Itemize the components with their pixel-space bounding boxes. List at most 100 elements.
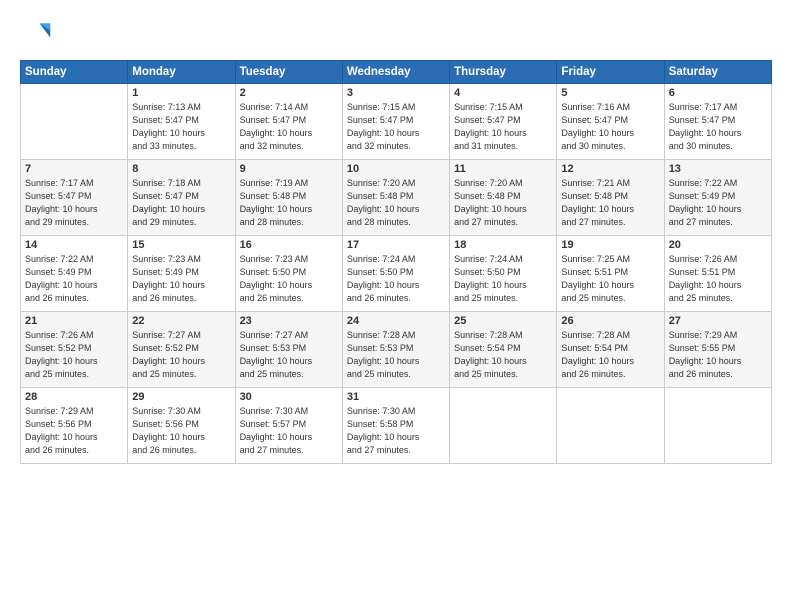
day-info: Sunrise: 7:27 AM Sunset: 5:52 PM Dayligh… — [132, 329, 230, 381]
day-cell — [664, 388, 771, 464]
day-cell: 15Sunrise: 7:23 AM Sunset: 5:49 PM Dayli… — [128, 236, 235, 312]
day-cell: 12 Sunrise: 7:21 AM Sunset: 5:48 PM Dayli… — [557, 160, 664, 236]
day-number: 1 — [132, 87, 230, 99]
day-number: 2 — [240, 87, 338, 99]
week-row-5: 28 Sunrise: 7:29 AM Sunset: 5:56 PM Dayli… — [21, 388, 772, 464]
day-number: 13 — [669, 163, 767, 175]
day-number: 12 — [561, 163, 659, 175]
day-cell: 20 Sunrise: 7:26 AM Sunset: 5:51 PM Dayli… — [664, 236, 771, 312]
day-info: Sunrise: 7:28 AM Sunset: 5:54 PM Dayligh… — [454, 329, 552, 381]
day-info: Sunrise: 7:13 AM Sunset: 5:47 PM Dayligh… — [132, 101, 230, 153]
day-info: Sunrise: 7:24 AM Sunset: 5:50 PM Dayligh… — [454, 253, 552, 305]
day-info: Sunrise: 7:22 AM Sunset: 5:49 PM Dayligh… — [25, 253, 123, 305]
col-header-tuesday: Tuesday — [235, 61, 342, 84]
col-header-monday: Monday — [128, 61, 235, 84]
day-number: 25 — [454, 315, 552, 327]
day-info: Sunrise: 7:30 AM Sunset: 5:58 PM Dayligh… — [347, 405, 445, 457]
day-info: Sunrise: 7:29 AM Sunset: 5:56 PM Dayligh… — [25, 405, 123, 457]
day-number: 16 — [240, 239, 338, 251]
day-info: Sunrise: 7:21 AM Sunset: 5:48 PM Dayligh… — [561, 177, 659, 229]
day-cell: 13 Sunrise: 7:22 AM Sunset: 5:49 PM Dayli… — [664, 160, 771, 236]
day-number: 8 — [132, 163, 230, 175]
day-info: Sunrise: 7:28 AM Sunset: 5:53 PM Dayligh… — [347, 329, 445, 381]
day-number: 26 — [561, 315, 659, 327]
day-number: 5 — [561, 87, 659, 99]
day-cell: 9 Sunrise: 7:19 AM Sunset: 5:48 PM Daylig… — [235, 160, 342, 236]
day-cell: 31 Sunrise: 7:30 AM Sunset: 5:58 PM Dayli… — [342, 388, 449, 464]
day-cell: 4Sunrise: 7:15 AM Sunset: 5:47 PM Daylig… — [450, 84, 557, 160]
day-number: 22 — [132, 315, 230, 327]
day-cell: 25 Sunrise: 7:28 AM Sunset: 5:54 PM Dayli… — [450, 312, 557, 388]
day-cell: 23Sunrise: 7:27 AM Sunset: 5:53 PM Dayli… — [235, 312, 342, 388]
day-info: Sunrise: 7:15 AM Sunset: 5:47 PM Dayligh… — [454, 101, 552, 153]
day-cell: 19Sunrise: 7:25 AM Sunset: 5:51 PM Dayli… — [557, 236, 664, 312]
day-cell: 11 Sunrise: 7:20 AM Sunset: 5:48 PM Dayli… — [450, 160, 557, 236]
day-cell: 1 Sunrise: 7:13 AM Sunset: 5:47 PM Daylig… — [128, 84, 235, 160]
day-info: Sunrise: 7:23 AM Sunset: 5:50 PM Dayligh… — [240, 253, 338, 305]
day-number: 21 — [25, 315, 123, 327]
day-info: Sunrise: 7:20 AM Sunset: 5:48 PM Dayligh… — [347, 177, 445, 229]
day-cell: 3 Sunrise: 7:15 AM Sunset: 5:47 PM Daylig… — [342, 84, 449, 160]
day-number: 3 — [347, 87, 445, 99]
calendar-table: SundayMondayTuesdayWednesdayThursdayFrid… — [20, 60, 772, 464]
day-info: Sunrise: 7:17 AM Sunset: 5:47 PM Dayligh… — [25, 177, 123, 229]
header-row: SundayMondayTuesdayWednesdayThursdayFrid… — [21, 61, 772, 84]
col-header-wednesday: Wednesday — [342, 61, 449, 84]
day-cell: 16 Sunrise: 7:23 AM Sunset: 5:50 PM Dayli… — [235, 236, 342, 312]
col-header-friday: Friday — [557, 61, 664, 84]
day-number: 18 — [454, 239, 552, 251]
day-cell: 27 Sunrise: 7:29 AM Sunset: 5:55 PM Dayli… — [664, 312, 771, 388]
day-info: Sunrise: 7:29 AM Sunset: 5:55 PM Dayligh… — [669, 329, 767, 381]
day-info: Sunrise: 7:26 AM Sunset: 5:52 PM Dayligh… — [25, 329, 123, 381]
day-info: Sunrise: 7:26 AM Sunset: 5:51 PM Dayligh… — [669, 253, 767, 305]
day-number: 28 — [25, 391, 123, 403]
day-cell — [557, 388, 664, 464]
col-header-sunday: Sunday — [21, 61, 128, 84]
day-info: Sunrise: 7:14 AM Sunset: 5:47 PM Dayligh… — [240, 101, 338, 153]
day-cell: 26Sunrise: 7:28 AM Sunset: 5:54 PM Dayli… — [557, 312, 664, 388]
week-row-1: 1 Sunrise: 7:13 AM Sunset: 5:47 PM Daylig… — [21, 84, 772, 160]
day-info: Sunrise: 7:25 AM Sunset: 5:51 PM Dayligh… — [561, 253, 659, 305]
day-number: 29 — [132, 391, 230, 403]
day-cell: 6Sunrise: 7:17 AM Sunset: 5:47 PM Daylig… — [664, 84, 771, 160]
day-cell: 2 Sunrise: 7:14 AM Sunset: 5:47 PM Daylig… — [235, 84, 342, 160]
header — [20, 18, 772, 50]
day-cell: 28 Sunrise: 7:29 AM Sunset: 5:56 PM Dayli… — [21, 388, 128, 464]
day-cell: 21 Sunrise: 7:26 AM Sunset: 5:52 PM Dayli… — [21, 312, 128, 388]
day-info: Sunrise: 7:19 AM Sunset: 5:48 PM Dayligh… — [240, 177, 338, 229]
day-number: 11 — [454, 163, 552, 175]
day-cell: 7 Sunrise: 7:17 AM Sunset: 5:47 PM Daylig… — [21, 160, 128, 236]
day-number: 30 — [240, 391, 338, 403]
day-info: Sunrise: 7:22 AM Sunset: 5:49 PM Dayligh… — [669, 177, 767, 229]
day-cell: 29 Sunrise: 7:30 AM Sunset: 5:56 PM Dayli… — [128, 388, 235, 464]
day-number: 20 — [669, 239, 767, 251]
day-number: 14 — [25, 239, 123, 251]
logo — [20, 18, 56, 50]
day-cell: 5 Sunrise: 7:16 AM Sunset: 5:47 PM Daylig… — [557, 84, 664, 160]
day-info: Sunrise: 7:23 AM Sunset: 5:49 PM Dayligh… — [132, 253, 230, 305]
day-cell: 22 Sunrise: 7:27 AM Sunset: 5:52 PM Dayli… — [128, 312, 235, 388]
week-row-3: 14 Sunrise: 7:22 AM Sunset: 5:49 PM Dayli… — [21, 236, 772, 312]
day-info: Sunrise: 7:24 AM Sunset: 5:50 PM Dayligh… — [347, 253, 445, 305]
day-number: 24 — [347, 315, 445, 327]
day-info: Sunrise: 7:16 AM Sunset: 5:47 PM Dayligh… — [561, 101, 659, 153]
week-row-4: 21 Sunrise: 7:26 AM Sunset: 5:52 PM Dayli… — [21, 312, 772, 388]
week-row-2: 7 Sunrise: 7:17 AM Sunset: 5:47 PM Daylig… — [21, 160, 772, 236]
day-cell — [450, 388, 557, 464]
calendar-page: SundayMondayTuesdayWednesdayThursdayFrid… — [0, 0, 792, 612]
day-number: 31 — [347, 391, 445, 403]
day-cell — [21, 84, 128, 160]
day-number: 9 — [240, 163, 338, 175]
day-number: 23 — [240, 315, 338, 327]
day-info: Sunrise: 7:30 AM Sunset: 5:56 PM Dayligh… — [132, 405, 230, 457]
day-cell: 18 Sunrise: 7:24 AM Sunset: 5:50 PM Dayli… — [450, 236, 557, 312]
day-number: 10 — [347, 163, 445, 175]
day-cell: 24 Sunrise: 7:28 AM Sunset: 5:53 PM Dayli… — [342, 312, 449, 388]
day-info: Sunrise: 7:15 AM Sunset: 5:47 PM Dayligh… — [347, 101, 445, 153]
day-info: Sunrise: 7:20 AM Sunset: 5:48 PM Dayligh… — [454, 177, 552, 229]
day-number: 27 — [669, 315, 767, 327]
col-header-thursday: Thursday — [450, 61, 557, 84]
day-number: 7 — [25, 163, 123, 175]
day-number: 17 — [347, 239, 445, 251]
day-cell: 10 Sunrise: 7:20 AM Sunset: 5:48 PM Dayli… — [342, 160, 449, 236]
